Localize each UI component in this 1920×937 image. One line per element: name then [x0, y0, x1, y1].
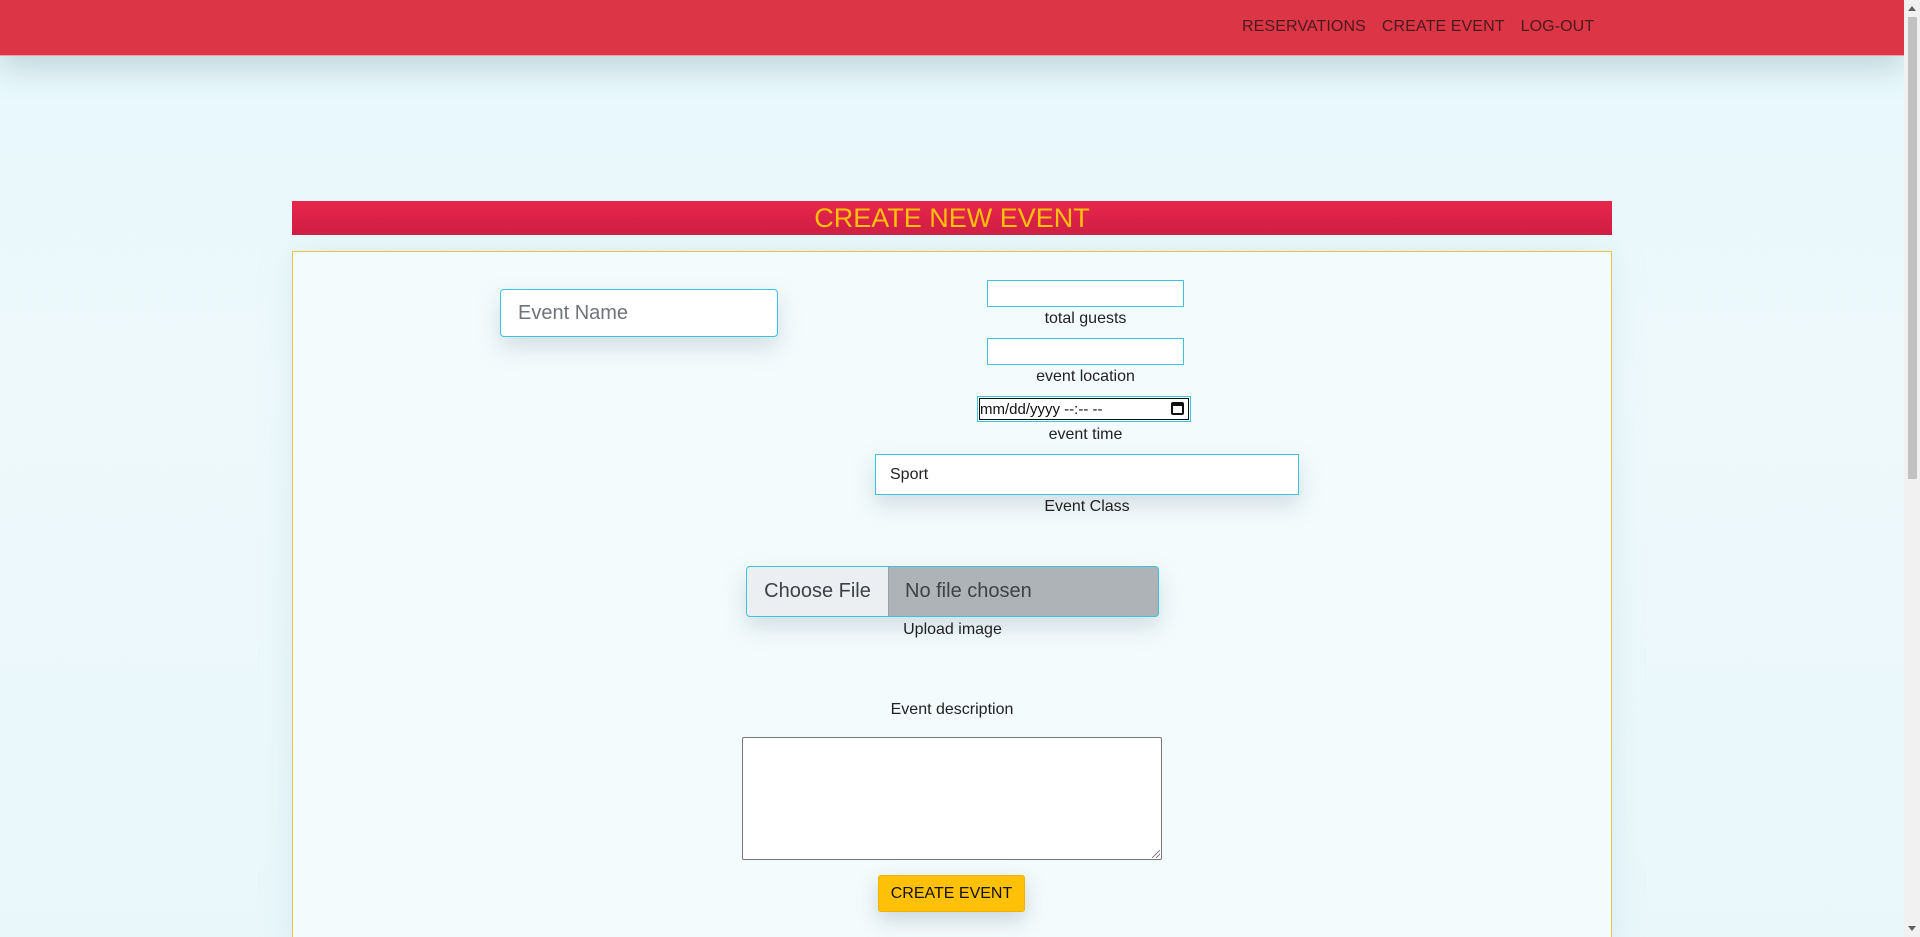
event-time-label: event time: [1048, 426, 1123, 443]
nav-link-log-out[interactable]: LOG-OUT: [1521, 18, 1595, 36]
event-location-label: event location: [1036, 368, 1135, 385]
page: RESERVATIONS CREATE EVENT LOG-OUT CREATE…: [0, 0, 1920, 937]
scrollbar[interactable]: [1904, 0, 1920, 937]
resize-handle-icon[interactable]: [1152, 850, 1160, 858]
nav-link-reservations[interactable]: RESERVATIONS: [1242, 18, 1366, 36]
total-guests-input[interactable]: [987, 280, 1184, 307]
event-description-label: Event description: [890, 701, 1014, 718]
total-guests-label: total guests: [1044, 310, 1127, 327]
event-class-label: Event Class: [1044, 498, 1130, 515]
nav-links: RESERVATIONS CREATE EVENT LOG-OUT: [1242, 18, 1594, 36]
page-title: CREATE NEW EVENT: [814, 202, 1090, 233]
event-name-input[interactable]: [500, 289, 778, 337]
scroll-down-icon[interactable]: [1908, 926, 1916, 931]
event-description-textarea[interactable]: [742, 737, 1162, 860]
create-event-button[interactable]: CREATE EVENT: [878, 875, 1025, 912]
calendar-icon[interactable]: [1171, 402, 1184, 415]
form-header: CREATE NEW EVENT: [292, 201, 1612, 235]
choose-file-button[interactable]: Choose File: [747, 567, 889, 616]
create-event-form: total guests event location mm/dd/yyyy -…: [292, 251, 1612, 937]
scroll-thumb[interactable]: [1908, 17, 1917, 479]
upload-image-label: Upload image: [903, 621, 1002, 638]
nav-link-create-event[interactable]: CREATE EVENT: [1382, 18, 1505, 36]
event-location-input[interactable]: [987, 338, 1184, 365]
event-time-value: mm/dd/yyyy --:-- --: [980, 400, 1103, 418]
file-status: No file chosen: [905, 580, 1032, 602]
image-file-input[interactable]: Choose File No file chosen: [746, 566, 1159, 617]
event-class-input[interactable]: [875, 454, 1299, 495]
navbar: RESERVATIONS CREATE EVENT LOG-OUT: [0, 0, 1904, 56]
scroll-up-icon[interactable]: [1908, 6, 1916, 11]
event-time-input[interactable]: mm/dd/yyyy --:-- --: [977, 396, 1191, 422]
